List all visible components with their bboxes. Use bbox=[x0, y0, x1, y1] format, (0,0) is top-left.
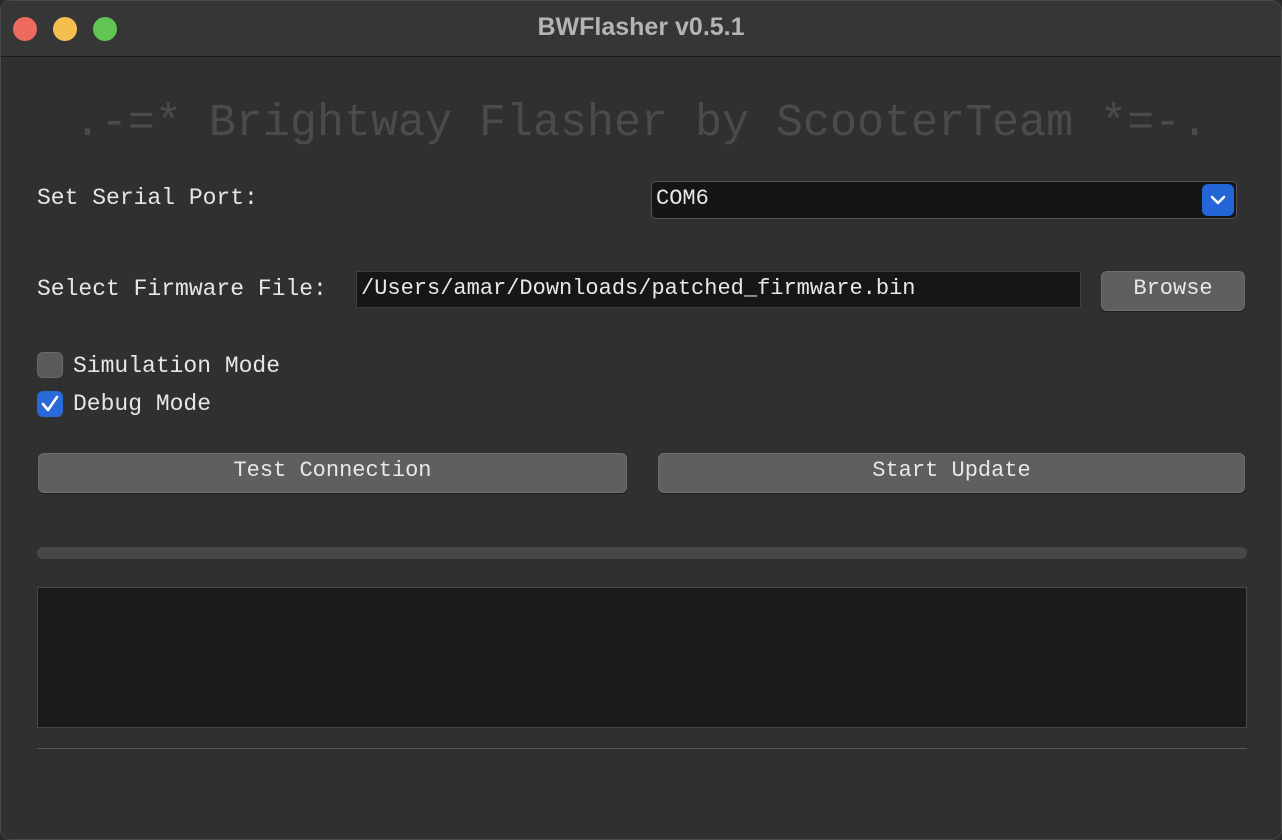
progress-bar bbox=[37, 547, 1247, 559]
debug-mode-label: Debug Mode bbox=[73, 391, 212, 417]
chevron-down-icon[interactable] bbox=[1202, 184, 1234, 216]
app-window: BWFlasher v0.5.1 .-=* Brightway Flasher … bbox=[0, 0, 1282, 840]
start-update-button[interactable]: Start Update bbox=[658, 453, 1245, 493]
window-title: BWFlasher v0.5.1 bbox=[537, 13, 745, 41]
log-output[interactable] bbox=[37, 587, 1247, 728]
firmware-file-value: /Users/amar/Downloads/patched_firmware.b… bbox=[361, 276, 916, 301]
test-connection-button[interactable]: Test Connection bbox=[38, 453, 627, 493]
checkmark-icon bbox=[41, 395, 59, 412]
simulation-mode-checkbox[interactable] bbox=[37, 352, 63, 378]
firmware-file-input[interactable]: /Users/amar/Downloads/patched_firmware.b… bbox=[356, 271, 1081, 308]
serial-port-value: COM6 bbox=[656, 186, 709, 211]
title-bar[interactable]: BWFlasher v0.5.1 bbox=[1, 1, 1281, 57]
app-banner: .-=* Brightway Flasher by ScooterTeam *=… bbox=[73, 98, 1209, 149]
browse-button[interactable]: Browse bbox=[1101, 271, 1245, 311]
main-content: .-=* Brightway Flasher by ScooterTeam *=… bbox=[1, 58, 1281, 839]
simulation-mode-label: Simulation Mode bbox=[73, 353, 281, 379]
serial-port-select[interactable]: COM6 bbox=[651, 181, 1237, 219]
serial-port-label: Set Serial Port: bbox=[37, 185, 258, 211]
debug-mode-checkbox[interactable] bbox=[37, 391, 63, 417]
bottom-divider bbox=[37, 748, 1247, 749]
firmware-file-label: Select Firmware File: bbox=[37, 276, 327, 302]
